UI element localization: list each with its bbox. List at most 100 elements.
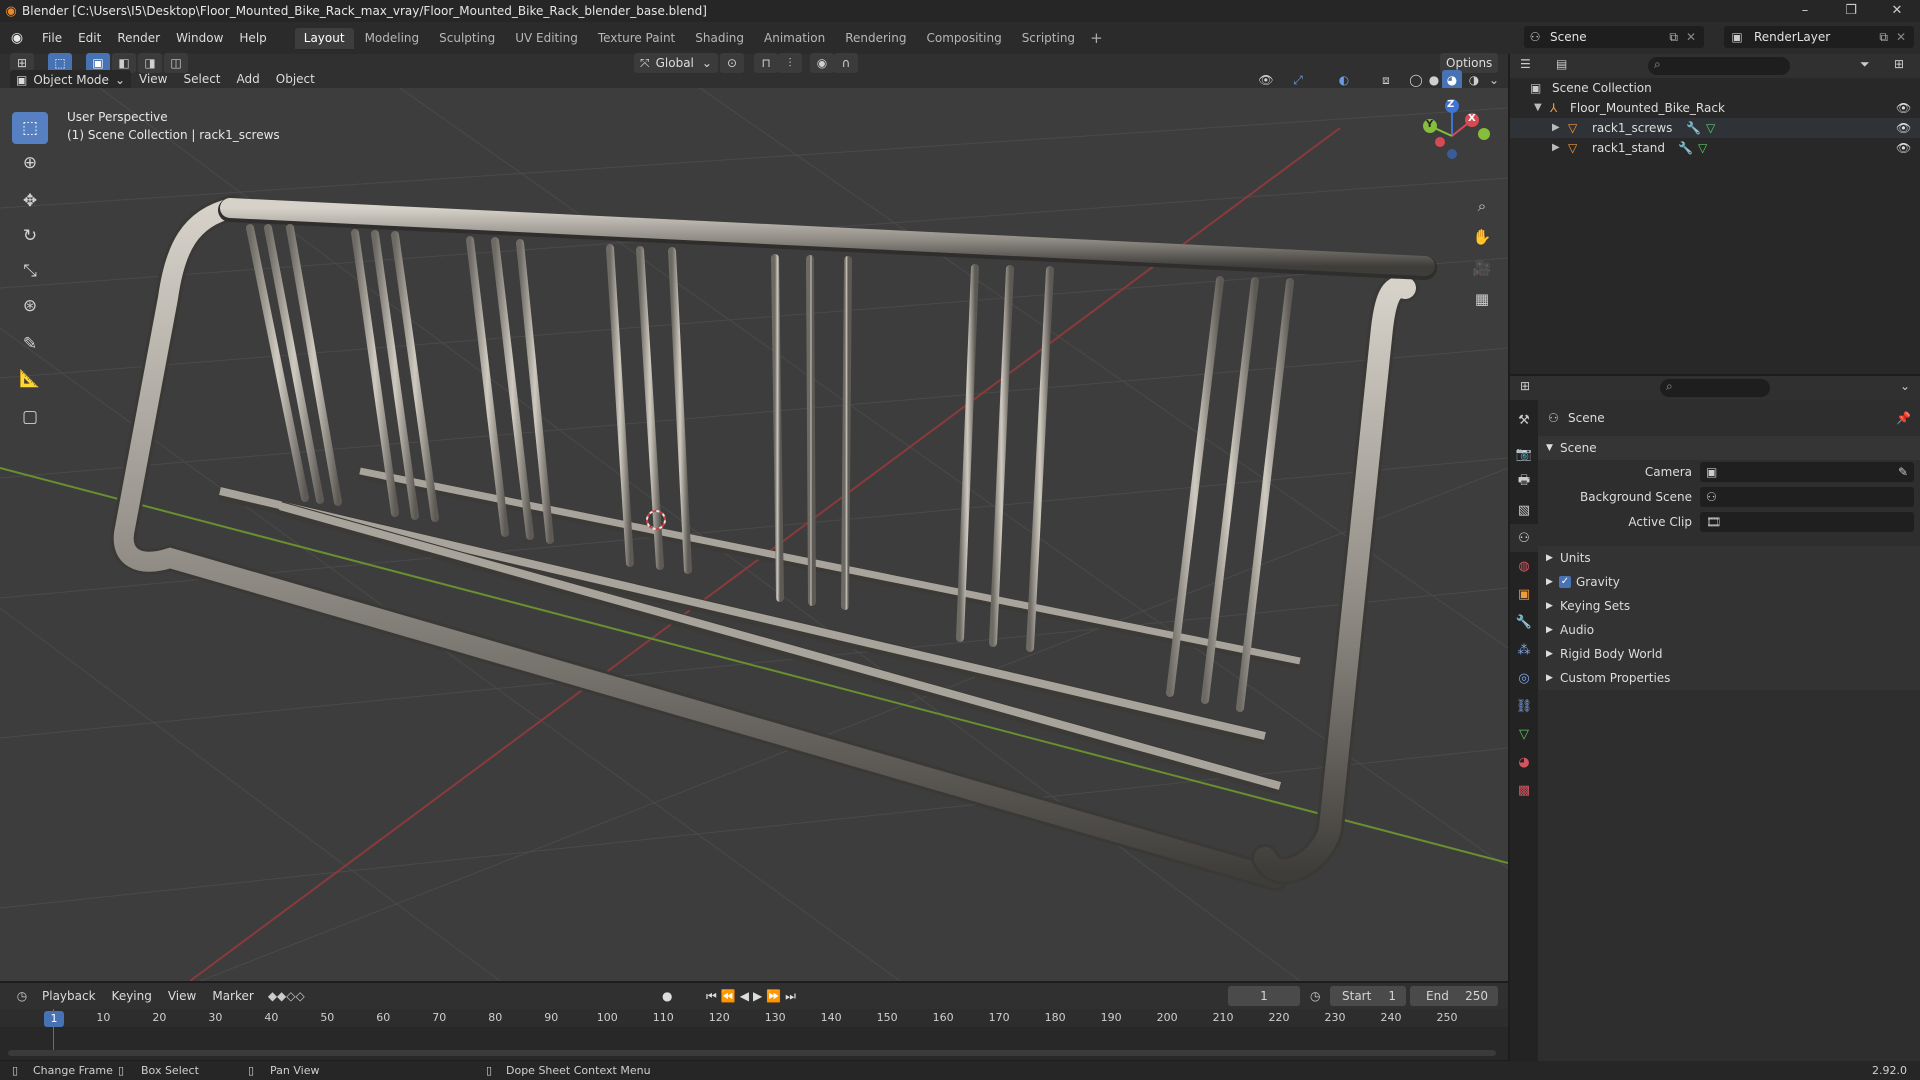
workspace-tab-scripting[interactable]: Scripting <box>1013 28 1084 49</box>
camera-field[interactable]: ▣ ✎ <box>1700 462 1914 482</box>
falloff-icon[interactable]: ∩ <box>834 52 858 73</box>
material-shading-icon[interactable]: ◕ <box>1442 69 1462 90</box>
modifier-tab-icon[interactable]: 🔧 <box>1510 608 1538 636</box>
menu-edit[interactable]: Edit <box>70 22 109 54</box>
workspace-tab-compositing[interactable]: Compositing <box>917 28 1010 49</box>
chevron-right-icon[interactable]: ▶ <box>1552 118 1560 138</box>
current-frame-field[interactable]: 1 <box>1228 986 1300 1006</box>
frame-ruler[interactable]: 10 20 30 40 50 60 70 80 90 100 110 120 130 140 150 160 1… <box>0 1009 1508 1027</box>
viewport-menu-add[interactable]: Add <box>229 71 268 88</box>
particles-tab-icon[interactable]: ⁂ <box>1510 636 1538 664</box>
new-collection-icon[interactable]: ⊞ <box>1894 57 1904 71</box>
chevron-down-icon[interactable]: ⌄ <box>1900 379 1910 393</box>
texture-tab-icon[interactable]: ▩ <box>1510 776 1538 804</box>
gravity-checkbox[interactable]: ✓ <box>1559 576 1571 588</box>
object-mode-dropdown[interactable]: ▣ Object Mode ⌄ <box>10 69 131 90</box>
eyedropper-icon[interactable]: ✎ <box>1898 460 1908 484</box>
transform-orientation-dropdown[interactable]: ⤧ Global ⌄ <box>634 52 718 73</box>
snap-target-icon[interactable]: ⫶ <box>778 52 802 73</box>
timeline-menu-marker[interactable]: Marker <box>204 980 261 1012</box>
cursor-icon[interactable]: ⊕ <box>12 147 48 179</box>
output-tab-icon[interactable]: 🖶 <box>1510 468 1538 496</box>
delete-renderlayer-icon[interactable]: ✕ <box>1896 30 1906 44</box>
timeline-editor-type-icon[interactable]: ◷ <box>10 986 34 1006</box>
minimize-icon[interactable]: – <box>1782 0 1828 22</box>
restore-icon[interactable]: ❐ <box>1828 0 1874 22</box>
blender-menu-icon[interactable]: ◉ <box>0 30 34 46</box>
scale-icon[interactable]: ⤡ <box>12 255 48 287</box>
timeline-menu-view[interactable]: View <box>160 980 204 1012</box>
audio-panel-header[interactable]: ▶ Audio <box>1538 618 1920 642</box>
xray-toggle-icon[interactable]: ⧈ <box>1374 70 1398 90</box>
navigation-gizmo[interactable]: Z X Y <box>1408 92 1494 178</box>
shading-options-icon[interactable]: ⌄ <box>1482 70 1506 90</box>
select-subtract-icon[interactable]: ◨ <box>138 52 162 73</box>
display-mode-icon[interactable]: ▤ <box>1556 57 1567 71</box>
camera-view-icon[interactable]: 🎥 <box>1468 254 1496 282</box>
outliner-row-scene-collection[interactable]: ▣ Scene Collection <box>1510 78 1920 98</box>
pin-icon[interactable]: 📌 <box>1896 406 1911 430</box>
menu-window[interactable]: Window <box>168 22 231 54</box>
visibility-filter-icon[interactable]: 👁 <box>1254 70 1278 90</box>
workspace-tab-shading[interactable]: Shading <box>686 28 753 49</box>
outliner-search-input[interactable]: ⌕ <box>1648 57 1790 75</box>
world-tab-icon[interactable]: ◍ <box>1510 552 1538 580</box>
workspace-tab-uv-editing[interactable]: UV Editing <box>506 28 587 49</box>
rotate-icon[interactable]: ↻ <box>12 220 48 252</box>
menu-render[interactable]: Render <box>109 22 168 54</box>
keyframe-icons[interactable]: ◆◆◇◇ <box>268 989 305 1003</box>
render-tab-icon[interactable]: 📷 <box>1510 440 1538 468</box>
close-icon[interactable]: ✕ <box>1874 0 1920 22</box>
menu-help[interactable]: Help <box>231 22 274 54</box>
properties-editor-type-icon[interactable]: ⊞ <box>1520 379 1530 393</box>
new-renderlayer-icon[interactable]: ⧉ <box>1879 30 1888 45</box>
units-panel-header[interactable]: ▶ Units <box>1538 546 1920 570</box>
viewport-menu-select[interactable]: Select <box>175 71 228 88</box>
object-tab-icon[interactable]: ▣ <box>1510 580 1538 608</box>
viewport-menu-object[interactable]: Object <box>268 71 323 88</box>
filter-icon[interactable]: ⏷ <box>1860 57 1870 72</box>
timeline-menu-playback[interactable]: Playback <box>34 980 104 1012</box>
workspace-tab-rendering[interactable]: Rendering <box>836 28 915 49</box>
keying-sets-panel-header[interactable]: ▶ Keying Sets <box>1538 594 1920 618</box>
tool-tab-icon[interactable]: ⚒ <box>1510 406 1538 434</box>
chevron-right-icon[interactable]: ▶ <box>1552 138 1560 158</box>
overlay-toggle-icon[interactable]: ◐ <box>1332 70 1356 90</box>
data-tab-icon[interactable]: ▽ <box>1510 720 1538 748</box>
outliner-row-rack1-screws[interactable]: ▶ ▽ rack1_screws 🔧 ▽ 👁 <box>1510 118 1920 138</box>
workspace-tab-texture-paint[interactable]: Texture Paint <box>589 28 684 49</box>
3d-viewport[interactable]: User Perspective (1) Scene Collection | … <box>0 88 1508 981</box>
eye-icon[interactable]: 👁 <box>1896 138 1911 158</box>
end-frame-field[interactable]: End 250 <box>1410 986 1498 1006</box>
measure-icon[interactable]: 📐 <box>12 363 48 395</box>
eye-icon[interactable]: 👁 <box>1896 118 1911 138</box>
background-scene-field[interactable]: ⚇ <box>1700 487 1914 507</box>
workspace-tab-modeling[interactable]: Modeling <box>356 28 429 49</box>
view-layer-tab-icon[interactable]: ▧ <box>1510 496 1538 524</box>
scene-panel-header[interactable]: ▼ Scene <box>1538 436 1920 460</box>
outliner-row-bike-rack[interactable]: ▼ ⅄ Floor_Mounted_Bike_Rack 👁 <box>1510 98 1920 118</box>
pan-hand-icon[interactable]: ✋ <box>1468 223 1496 251</box>
start-frame-field[interactable]: Start 1 <box>1330 986 1406 1006</box>
physics-tab-icon[interactable]: ◎ <box>1510 664 1538 692</box>
properties-search-input[interactable]: ⌕ <box>1660 379 1770 397</box>
timeline[interactable]: 10 20 30 40 50 60 70 80 90 100 110 120 130 140 150 160 1… <box>0 1009 1508 1060</box>
scene-tab-icon[interactable]: ⚇ <box>1510 524 1538 552</box>
transform-icon[interactable]: ⊛ <box>12 290 48 322</box>
timeline-menu-keying[interactable]: Keying <box>104 980 160 1012</box>
move-icon[interactable]: ✥ <box>12 185 48 217</box>
gravity-panel-header[interactable]: ▶ ✓ Gravity <box>1538 570 1920 594</box>
add-cube-icon[interactable]: ▢ <box>12 401 48 433</box>
proportional-edit-icon[interactable]: ◉ <box>810 52 834 73</box>
eye-icon[interactable]: 👁 <box>1896 98 1911 118</box>
gizmo-toggle-icon[interactable]: ⤢ <box>1286 70 1310 90</box>
playback-controls-icon[interactable]: ⏮⏪◀▶⏩⏭ <box>706 989 800 1004</box>
add-workspace-icon[interactable]: + <box>1090 29 1103 47</box>
zoom-icon[interactable]: ⌕ <box>1468 192 1496 220</box>
snap-icon[interactable]: ⊓ <box>754 52 778 73</box>
annotate-icon[interactable]: ✎ <box>12 328 48 360</box>
select-intersect-icon[interactable]: ◫ <box>164 52 188 73</box>
material-tab-icon[interactable]: ◕ <box>1510 748 1538 776</box>
scene-selector[interactable]: ⚇ Scene ⧉ ✕ <box>1524 26 1704 48</box>
workspace-tab-animation[interactable]: Animation <box>755 28 834 49</box>
